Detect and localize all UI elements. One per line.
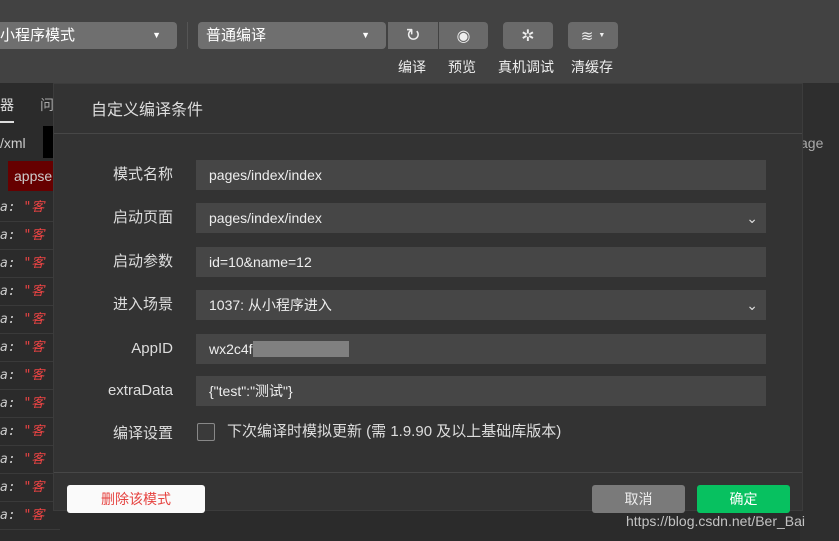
toolbar: 小程序模式 ▼ 普通编译 ▼ ↻ ◉ ✲ ≋ ▼ 编译 预览 真机调试 清缓存 bbox=[0, 0, 839, 83]
log-row: a: "客 bbox=[0, 502, 60, 530]
field-scene: 进入场景 1037: 从小程序进入 ⌄ bbox=[54, 288, 804, 322]
log-key: a: bbox=[0, 284, 16, 299]
scene-select[interactable]: 1037: 从小程序进入 ⌄ bbox=[196, 290, 766, 320]
log-key: a: bbox=[0, 340, 16, 355]
compile-select[interactable]: 普通编译 ▼ bbox=[198, 22, 386, 49]
path-text: /xml bbox=[0, 135, 26, 151]
field-label: 编译设置 bbox=[112, 425, 173, 442]
clear-cache-label: 清缓存 bbox=[571, 59, 613, 75]
log-string: "客 bbox=[23, 228, 45, 243]
log-string: "客 bbox=[23, 340, 45, 355]
field-appid: AppID wx2c4f bbox=[54, 332, 804, 366]
start-params-input[interactable]: id=10&name=12 bbox=[196, 247, 766, 277]
log-row: a: "客 bbox=[0, 278, 60, 306]
cancel-button[interactable]: 取消 bbox=[592, 485, 685, 513]
log-key: a: bbox=[0, 396, 16, 411]
start-page-select[interactable]: pages/index/index ⌄ bbox=[196, 203, 766, 233]
log-string: "客 bbox=[23, 452, 45, 467]
log-row: a: "客 bbox=[0, 390, 60, 418]
log-row: a: "客 bbox=[0, 306, 60, 334]
log-row: a: "客 bbox=[0, 418, 60, 446]
field-mode-name: 模式名称 pages/index/index bbox=[54, 158, 804, 192]
delete-mode-button[interactable]: 删除该模式 bbox=[67, 485, 205, 513]
mode-select-value: 小程序模式 bbox=[0, 27, 76, 44]
log-string: "客 bbox=[23, 284, 45, 299]
tab-problems[interactable]: 问 bbox=[40, 95, 54, 115]
divider bbox=[187, 22, 188, 49]
layers-icon: ≋ bbox=[580, 27, 594, 45]
field-label: AppID bbox=[131, 340, 173, 357]
log-string: "客 bbox=[23, 368, 45, 383]
log-row: a: "客 bbox=[0, 334, 60, 362]
field-compile-settings: 编译设置 下次编译时模拟更新 (需 1.9.90 及以上基础库版本) bbox=[54, 417, 804, 451]
confirm-button[interactable]: 确定 bbox=[697, 485, 790, 513]
dialog-footer: 删除该模式 取消 确定 bbox=[54, 472, 802, 513]
simulate-update-checkbox[interactable] bbox=[197, 423, 215, 441]
appid-value: wx2c4f bbox=[209, 341, 253, 357]
bug-icon: ✲ bbox=[521, 27, 535, 45]
field-start-params: 启动参数 id=10&name=12 bbox=[54, 245, 804, 279]
log-row: a: "客 bbox=[0, 474, 60, 502]
field-start-page: 启动页面 pages/index/index ⌄ bbox=[54, 201, 804, 235]
appid-input[interactable]: wx2c4f bbox=[196, 334, 766, 364]
log-string: "客 bbox=[23, 256, 45, 271]
log-row: a: "客 bbox=[0, 446, 60, 474]
field-label: 模式名称 bbox=[112, 166, 173, 183]
watermark: https://blog.csdn.net/Ber_Bai bbox=[626, 513, 805, 529]
compile-select-value: 普通编译 bbox=[206, 27, 267, 44]
log-key: a: bbox=[0, 508, 16, 523]
scene-value: 1037: 从小程序进入 bbox=[209, 297, 332, 313]
eye-icon: ◉ bbox=[456, 27, 471, 45]
log-row: a: "客 bbox=[0, 222, 60, 250]
log-key: a: bbox=[0, 312, 16, 327]
log-string: "客 bbox=[23, 480, 45, 495]
caret-down-icon: ▼ bbox=[152, 30, 161, 40]
log-row: a: "客 bbox=[0, 362, 60, 390]
compile-label: 编译 bbox=[398, 59, 426, 75]
dialog-title: 自定义编译条件 bbox=[54, 84, 802, 134]
log-string: "客 bbox=[23, 200, 45, 215]
remote-debug-button[interactable]: ✲ bbox=[503, 22, 553, 49]
log-key: a: bbox=[0, 256, 16, 271]
clear-cache-button[interactable]: ≋ ▼ bbox=[568, 22, 618, 49]
log-key: a: bbox=[0, 368, 16, 383]
field-label: 进入场景 bbox=[112, 296, 173, 313]
mode-name-input[interactable]: pages/index/index bbox=[196, 160, 766, 190]
caret-down-icon: ▼ bbox=[361, 30, 370, 40]
log-row: a: "客 bbox=[0, 194, 60, 222]
log-key: a: bbox=[0, 200, 16, 215]
log-key: a: bbox=[0, 452, 16, 467]
log-key: a: bbox=[0, 480, 16, 495]
tab-debugger[interactable]: 器 bbox=[0, 95, 14, 123]
field-label: extraData bbox=[107, 382, 173, 399]
right-text: age bbox=[800, 135, 824, 151]
preview-button[interactable]: ◉ bbox=[439, 22, 488, 49]
remote-debug-label: 真机调试 bbox=[498, 59, 554, 75]
compile-button[interactable]: ↻ bbox=[388, 22, 438, 49]
field-extra-data: extraData {"test":"测试"} bbox=[54, 374, 804, 408]
field-label: 启动参数 bbox=[112, 253, 173, 270]
caret-down-icon: ▼ bbox=[598, 32, 606, 39]
log-row: a: "客 bbox=[0, 250, 60, 278]
custom-compile-dialog: 自定义编译条件 模式名称 pages/index/index 启动页面 pages/… bbox=[53, 83, 804, 513]
mode-select[interactable]: 小程序模式 ▼ bbox=[0, 22, 177, 49]
start-page-value: pages/index/index bbox=[209, 210, 322, 226]
log-string: "客 bbox=[23, 312, 45, 327]
redaction-block bbox=[252, 340, 349, 357]
field-label: 启动页面 bbox=[112, 209, 173, 226]
preview-label: 预览 bbox=[448, 59, 476, 75]
chevron-down-icon: ⌄ bbox=[746, 297, 758, 313]
log-string: "客 bbox=[23, 424, 45, 439]
checkbox-label: 下次编译时模拟更新 (需 1.9.90 及以上基础库版本) bbox=[227, 423, 562, 440]
log-key: a: bbox=[0, 228, 16, 243]
log-string: "客 bbox=[23, 396, 45, 411]
log-string: "客 bbox=[23, 508, 45, 523]
chevron-down-icon: ⌄ bbox=[746, 210, 758, 226]
refresh-icon: ↻ bbox=[405, 25, 421, 45]
background-right: age bbox=[800, 83, 839, 541]
extra-data-input[interactable]: {"test":"测试"} bbox=[196, 376, 766, 406]
log-key: a: bbox=[0, 424, 16, 439]
